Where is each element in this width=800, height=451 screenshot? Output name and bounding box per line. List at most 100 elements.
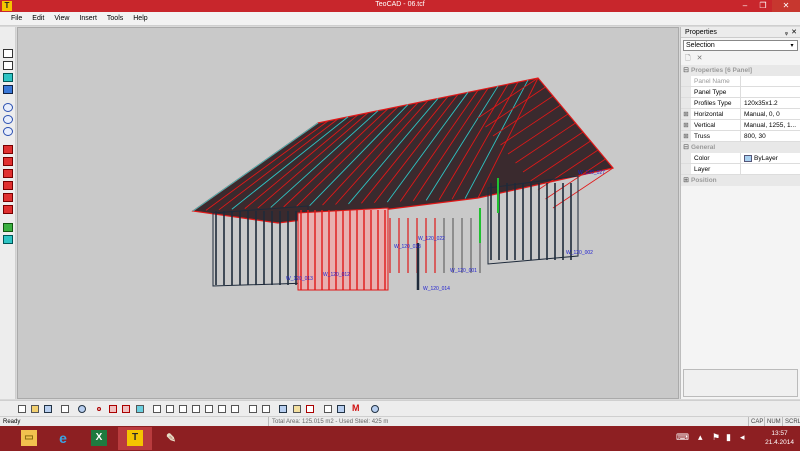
zoom-extents-icon[interactable] [3, 127, 13, 136]
collapse-icon[interactable]: ⊟ [681, 65, 691, 76]
property-value[interactable]: 120x35x1.2 [741, 98, 800, 108]
open-file-icon[interactable] [31, 405, 39, 413]
expand-icon[interactable]: ⊞ [681, 109, 691, 119]
property-value[interactable] [741, 76, 800, 86]
network-icon[interactable]: ▮ [726, 432, 731, 443]
section-position[interactable]: ⊞ Position [681, 175, 800, 186]
taskbar-file-explorer[interactable]: ▭ [12, 427, 46, 450]
save-icon[interactable] [44, 405, 52, 413]
left-toolbar [0, 27, 16, 399]
panel-view-4-icon[interactable] [205, 405, 213, 413]
keyboard-icon[interactable]: ⌨ [676, 432, 689, 443]
view-cube-alt-icon[interactable] [3, 61, 13, 70]
menu-view[interactable]: View [49, 12, 74, 25]
section-properties[interactable]: ⊟ Properties [6 Panel] [681, 65, 800, 76]
delete-icon[interactable] [306, 405, 314, 413]
zoom-out-icon[interactable] [3, 115, 13, 124]
panel-view-1-icon[interactable] [166, 405, 174, 413]
property-row[interactable]: ⊞ Vertical Manual, 1255, 1... [681, 120, 800, 131]
property-row-layer[interactable]: Layer [681, 164, 800, 175]
bottom-toolbar: M [0, 400, 800, 416]
shaded-view-icon[interactable] [3, 73, 13, 82]
taskbar-excel[interactable]: X [82, 427, 116, 450]
panel-view-2-icon[interactable] [179, 405, 187, 413]
minimize-button[interactable]: – [736, 0, 754, 12]
close-panel-icon[interactable]: ✕ [791, 27, 797, 38]
pin-icon[interactable]: ᵩ [785, 27, 788, 38]
grid-tool-1-icon[interactable] [249, 405, 257, 413]
panel-tool-6-icon[interactable] [3, 205, 13, 214]
menu-insert[interactable]: Insert [74, 12, 102, 25]
maximize-button[interactable]: ❐ [754, 0, 772, 12]
table-tool-icon[interactable] [337, 405, 345, 413]
panel-view-3-icon[interactable] [192, 405, 200, 413]
help-icon[interactable] [371, 405, 379, 413]
move-icon[interactable] [279, 405, 287, 413]
paint-icon: ✎ [165, 431, 177, 445]
undo-icon[interactable] [78, 405, 86, 413]
expand-icon[interactable]: ⊞ [681, 120, 691, 130]
section-general[interactable]: ⊟ General [681, 142, 800, 153]
fill-tool-icon[interactable] [136, 405, 144, 413]
menu-help[interactable]: Help [128, 12, 152, 25]
property-name: Truss [691, 131, 741, 141]
rotate-icon[interactable] [293, 405, 301, 413]
folder-icon: ▭ [21, 430, 37, 446]
menu-file[interactable]: File [6, 12, 27, 25]
solid-view-icon[interactable] [3, 85, 13, 94]
material-tool-icon[interactable] [3, 235, 13, 244]
model-viewport[interactable]: W_120_027 W_120_022 W_120_033 W_120_001 … [17, 27, 679, 399]
selection-dropdown[interactable]: Selection ▾ [683, 40, 798, 51]
expand-icon[interactable]: ⊞ [681, 131, 691, 141]
taskbar-internet-explorer[interactable]: e [46, 427, 80, 450]
panel-tool-1-icon[interactable] [3, 145, 13, 154]
property-value[interactable]: ByLayer [741, 153, 800, 163]
delete-item-icon[interactable]: ✕ [697, 53, 703, 65]
panel-tool-3-icon[interactable] [3, 169, 13, 178]
copy-icon[interactable] [153, 405, 161, 413]
property-value[interactable] [741, 164, 800, 174]
property-value[interactable]: Manual, 0, 0 [741, 109, 800, 119]
panel-tool-2-icon[interactable] [3, 157, 13, 166]
layer-tool-icon[interactable] [3, 223, 13, 232]
section-title: Properties [6 Panel] [691, 67, 753, 74]
zoom-in-icon[interactable] [3, 103, 13, 112]
panel-view-6-icon[interactable] [231, 405, 239, 413]
collapse-icon[interactable]: ⊟ [681, 142, 691, 153]
line-tool-icon[interactable] [109, 405, 117, 413]
menu-edit[interactable]: Edit [27, 12, 49, 25]
property-row[interactable]: Panel Type [681, 87, 800, 98]
panel-tool-5-icon[interactable] [3, 193, 13, 202]
property-row-color[interactable]: Color ByLayer [681, 153, 800, 164]
property-row[interactable]: Panel Name [681, 76, 800, 87]
new-file-icon[interactable] [18, 405, 26, 413]
volume-icon[interactable]: ◂ [740, 432, 745, 443]
roof-outline [191, 77, 615, 224]
flag-icon[interactable]: ⚑ [712, 432, 720, 443]
system-clock[interactable]: 13:57 21.4.2014 [765, 429, 794, 447]
close-button[interactable]: ✕ [772, 0, 800, 12]
print-icon[interactable] [61, 405, 69, 413]
point-tool-icon[interactable] [97, 407, 101, 411]
eraser-icon[interactable] [122, 405, 130, 413]
property-row[interactable]: Profiles Type 120x35x1.2 [681, 98, 800, 109]
property-value[interactable]: 800, 30 [741, 131, 800, 141]
panel-label: W_120_022 [418, 236, 445, 242]
window-title: TeoCAD - 06.tcf [375, 1, 425, 8]
new-item-icon[interactable]: 🗋 [685, 53, 691, 65]
panel-tool-4-icon[interactable] [3, 181, 13, 190]
property-row[interactable]: ⊞ Horizontal Manual, 0, 0 [681, 109, 800, 120]
property-row[interactable]: ⊞ Truss 800, 30 [681, 131, 800, 142]
panel-view-5-icon[interactable] [218, 405, 226, 413]
taskbar-paint[interactable]: ✎ [154, 427, 188, 450]
m-tool-icon[interactable]: M [352, 403, 362, 413]
expand-icon[interactable]: ⊞ [681, 175, 691, 186]
taskbar-teocad[interactable]: T [118, 427, 152, 450]
menu-tools[interactable]: Tools [102, 12, 128, 25]
truss-tool-icon[interactable] [324, 405, 332, 413]
grid-tool-2-icon[interactable] [262, 405, 270, 413]
view-cube-icon[interactable] [3, 49, 13, 58]
property-value[interactable] [741, 87, 800, 97]
property-value[interactable]: Manual, 1255, 1... [741, 120, 800, 130]
show-hidden-icons-icon[interactable]: ▴ [698, 432, 703, 443]
